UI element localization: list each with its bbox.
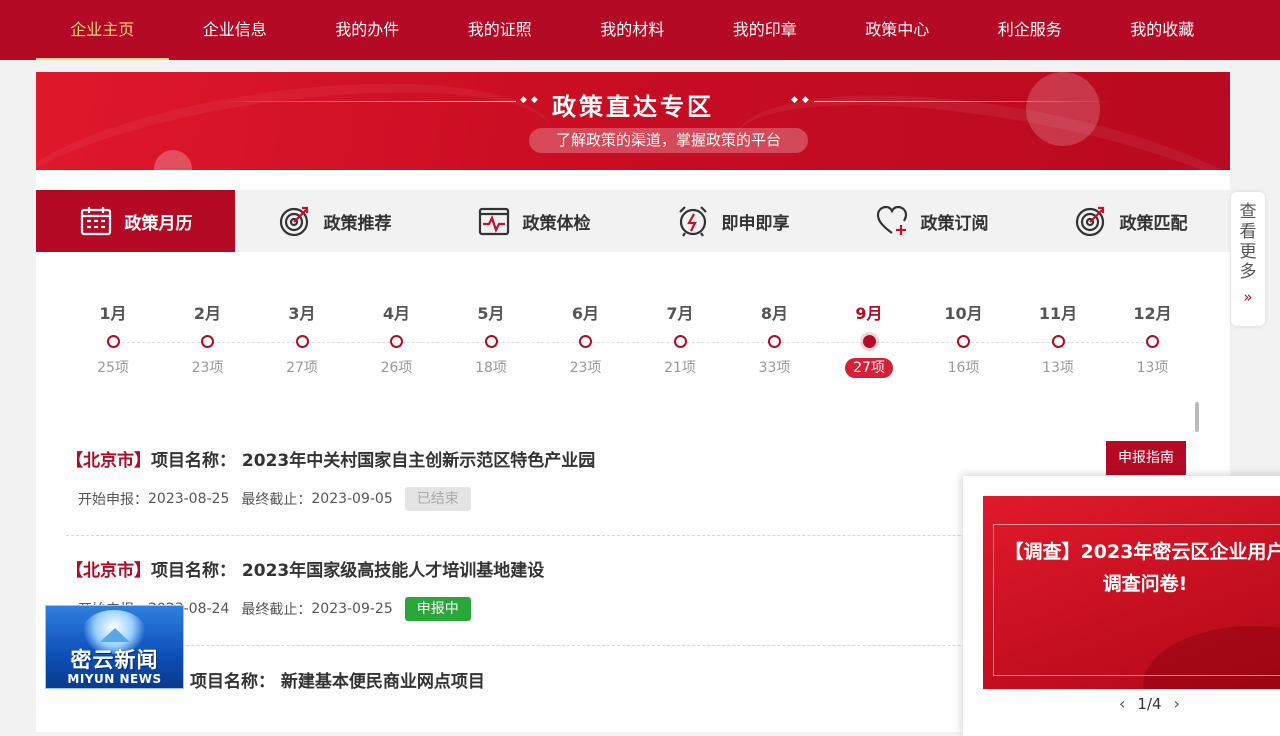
tab-policy-checkup[interactable]: 政策体检 <box>434 190 633 252</box>
tab-label: 政策推荐 <box>323 213 392 234</box>
month-dot <box>1146 335 1159 348</box>
nav-item-my-licenses[interactable]: 我的证照 <box>434 0 567 60</box>
month-dot <box>201 335 214 348</box>
mountain-icon <box>100 628 130 642</box>
month-may[interactable]: 5月 18项 <box>444 300 538 378</box>
month-dot <box>673 335 687 348</box>
project-region: 【北京市】 <box>66 561 151 581</box>
view-more-label: 查看更多 <box>1239 202 1257 282</box>
nav-item-home[interactable]: 企业主页 <box>36 0 169 60</box>
nav-item-my-favorites[interactable]: 我的收藏 <box>1096 0 1229 60</box>
month-sep[interactable]: 9月 27项 <box>822 300 916 378</box>
month-dot <box>295 335 309 348</box>
month-aug[interactable]: 8月 33项 <box>728 300 822 378</box>
month-timeline: 1月 25项 2月 23项 3月 27项 4月 26项 5月 18项 6月 23… <box>66 300 1200 390</box>
survey-title: 【调查】2023年密云区企业用户 调查问卷! <box>1004 541 1280 595</box>
nav-item-my-cases[interactable]: 我的办件 <box>301 0 434 60</box>
miyun-news-logo: 密云新闻 MIYUN NEWS <box>45 605 184 689</box>
survey-card[interactable]: 【调查】2023年密云区企业用户 调查问卷! <box>983 496 1280 689</box>
double-chevron-right-icon: » <box>1243 288 1253 306</box>
heart-plus-icon <box>876 205 907 235</box>
status-badge: 已结束 <box>404 487 471 511</box>
month-mar[interactable]: 3月 27项 <box>255 300 349 378</box>
logo-cn: 密云新闻 <box>70 648 159 672</box>
project-name-label: 项目名称： <box>151 451 236 471</box>
project-name: 2023年国家级高技能人才培训基地建设 <box>241 561 545 581</box>
page-indicator: 1/4 <box>1137 694 1162 713</box>
month-jan[interactable]: 1月 25项 <box>66 300 160 378</box>
tab-label: 政策订阅 <box>920 213 989 234</box>
tab-policy-subscribe[interactable]: 政策订阅 <box>832 190 1031 252</box>
month-dot <box>106 335 120 348</box>
status-badge: 申报中 <box>404 597 471 621</box>
application-guide-button[interactable]: 申报指南 <box>1106 441 1186 475</box>
banner-title: 政策直达专区 <box>552 93 714 121</box>
target-icon <box>279 206 308 237</box>
month-dot <box>484 335 498 348</box>
tab-label: 政策匹配 <box>1119 213 1188 234</box>
calendar-icon <box>80 207 111 236</box>
nav-item-my-seals[interactable]: 我的印章 <box>699 0 832 60</box>
carousel-pager: ‹ 1/4 › <box>1113 694 1186 713</box>
project-name-label: 项目名称： <box>190 672 275 692</box>
month-dec[interactable]: 12月 13项 <box>1106 300 1200 378</box>
policy-tabs: 政策月历 政策推荐 政策体检 即申即享 政策订阅 政策匹配 <box>36 190 1230 252</box>
survey-popup: 【调查】2023年密云区企业用户 调查问卷! ‹ 1/4 › <box>963 476 1280 736</box>
nav-item-company-info[interactable]: 企业信息 <box>169 0 302 60</box>
month-dot <box>1051 335 1065 348</box>
month-dot <box>862 335 876 348</box>
policy-banner: ◆◆ ◆◆ 政策直达专区 了解政策的渠道，掌握政策的平台 <box>36 72 1230 170</box>
tab-label: 政策体检 <box>522 213 591 234</box>
target-icon <box>1075 206 1104 237</box>
nav-item-policy-center[interactable]: 政策中心 <box>831 0 964 60</box>
alarm-clock-icon <box>678 206 707 237</box>
banner-subtitle: 了解政策的渠道，掌握政策的平台 <box>529 128 808 153</box>
health-check-icon <box>478 207 509 236</box>
nav-item-business-services[interactable]: 利企服务 <box>964 0 1097 60</box>
chevron-right-icon[interactable]: › <box>1174 694 1180 713</box>
tab-policy-match[interactable]: 政策匹配 <box>1031 190 1230 252</box>
nav-item-my-materials[interactable]: 我的材料 <box>566 0 699 60</box>
tab-label: 即申即享 <box>721 213 790 234</box>
end-date: 2023-09-05 <box>311 491 393 507</box>
list-scrollbar[interactable] <box>1195 402 1199 432</box>
month-feb[interactable]: 2月 23项 <box>161 300 255 378</box>
end-date: 2023-09-25 <box>311 601 393 617</box>
month-jun[interactable]: 6月 23项 <box>539 300 633 378</box>
month-dot <box>390 335 403 348</box>
tab-policy-calendar[interactable]: 政策月历 <box>36 190 235 252</box>
project-name-label: 项目名称： <box>151 561 236 581</box>
month-apr[interactable]: 4月 26项 <box>350 300 444 378</box>
month-dot <box>768 335 781 348</box>
month-nov[interactable]: 11月 13项 <box>1011 300 1105 378</box>
tab-instant-apply[interactable]: 即申即享 <box>633 190 832 252</box>
project-region: 【北京市】 <box>66 451 151 471</box>
logo-en: MIYUN NEWS <box>67 672 162 686</box>
tab-label: 政策月历 <box>124 213 193 234</box>
month-oct[interactable]: 10月 16项 <box>917 300 1011 378</box>
tab-policy-recommend[interactable]: 政策推荐 <box>235 190 434 252</box>
month-dot <box>579 335 592 348</box>
month-dot <box>957 335 970 348</box>
top-nav: 企业主页 企业信息 我的办件 我的证照 我的材料 我的印章 政策中心 利企服务 … <box>0 0 1280 60</box>
project-title: 【北京市】项目名称： 2023年中关村国家自主创新示范区特色产业园 <box>66 449 1186 473</box>
start-date: 2023-08-25 <box>148 491 230 507</box>
project-name: 2023年中关村国家自主创新示范区特色产业园 <box>241 451 596 471</box>
view-more-button[interactable]: 查看更多 » <box>1231 192 1265 326</box>
project-name: 新建基本便民商业网点项目 <box>280 672 485 692</box>
month-jul[interactable]: 7月 21项 <box>633 300 727 378</box>
chevron-left-icon[interactable]: ‹ <box>1119 694 1125 713</box>
